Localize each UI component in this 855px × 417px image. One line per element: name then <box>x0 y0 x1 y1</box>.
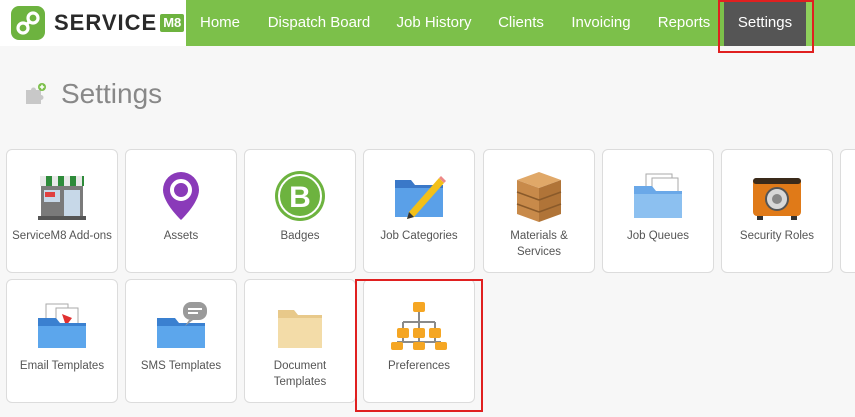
tile-label: ServiceM8 Add-ons <box>12 230 112 242</box>
tile-job-categories[interactable]: Job Categories <box>363 149 475 273</box>
tile-materials-services[interactable]: Materials & Services <box>483 149 595 273</box>
puzzle-icon <box>23 82 47 106</box>
nav-item-home[interactable]: Home <box>186 0 254 46</box>
svg-text:B: B <box>289 181 311 214</box>
tile-label: Email Templates <box>19 360 105 372</box>
tile-label: Security Roles <box>739 230 815 242</box>
logo-text: SERVICE M8 <box>54 11 185 35</box>
email-folder-icon <box>32 300 92 352</box>
logo[interactable]: SERVICE M8 <box>0 0 186 46</box>
tile-label: Assets <box>163 230 199 242</box>
crate-icon <box>509 170 569 222</box>
logo-suffix: M8 <box>160 14 185 32</box>
location-pin-icon <box>151 170 211 222</box>
page-title: Settings <box>61 78 163 109</box>
safe-icon <box>747 170 807 222</box>
tile-label: Document Templates <box>273 360 327 388</box>
tile-partial[interactable] <box>840 149 855 273</box>
tile-email-templates[interactable]: Email Templates <box>6 279 118 403</box>
tile-security-roles[interactable]: Security Roles <box>721 149 833 273</box>
tile-document-templates[interactable]: Document Templates <box>244 279 356 403</box>
tile-label: Job Categories <box>380 230 458 242</box>
folder-pencil-icon <box>389 170 449 222</box>
nav-item-settings[interactable]: Settings <box>724 0 813 46</box>
nav-item-job-history[interactable]: Job History <box>384 0 484 46</box>
tile-label: Job Queues <box>626 230 689 242</box>
tile-label: SMS Templates <box>140 360 222 372</box>
tile-label: Preferences <box>387 360 450 372</box>
tile-sms-templates[interactable]: SMS Templates <box>125 279 237 403</box>
tile-assets[interactable]: Assets <box>125 149 237 273</box>
top-nav: SERVICE M8 Home Dispatch Board Job Histor… <box>0 0 855 46</box>
hierarchy-icon <box>389 300 449 352</box>
nav-item-clients[interactable]: Clients <box>484 0 558 46</box>
folder-documents-icon <box>628 170 688 222</box>
tile-servicem8-addons[interactable]: ServiceM8 Add-ons <box>6 149 118 273</box>
logo-mark-icon <box>11 6 45 40</box>
tile-label: Materials & Services <box>510 230 568 258</box>
sms-folder-icon <box>151 300 211 352</box>
tile-label: Badges <box>280 230 320 242</box>
badge-b-icon: B <box>270 170 330 222</box>
folder-icon <box>270 300 330 352</box>
tile-badges[interactable]: B Badges <box>244 149 356 273</box>
nav-item-reports[interactable]: Reports <box>644 0 724 46</box>
store-icon <box>32 170 92 222</box>
nav-item-invoicing[interactable]: Invoicing <box>558 0 644 46</box>
tile-job-queues[interactable]: Job Queues <box>602 149 714 273</box>
nav-item-dispatch-board[interactable]: Dispatch Board <box>254 0 384 46</box>
tile-preferences[interactable]: Preferences <box>363 279 475 403</box>
